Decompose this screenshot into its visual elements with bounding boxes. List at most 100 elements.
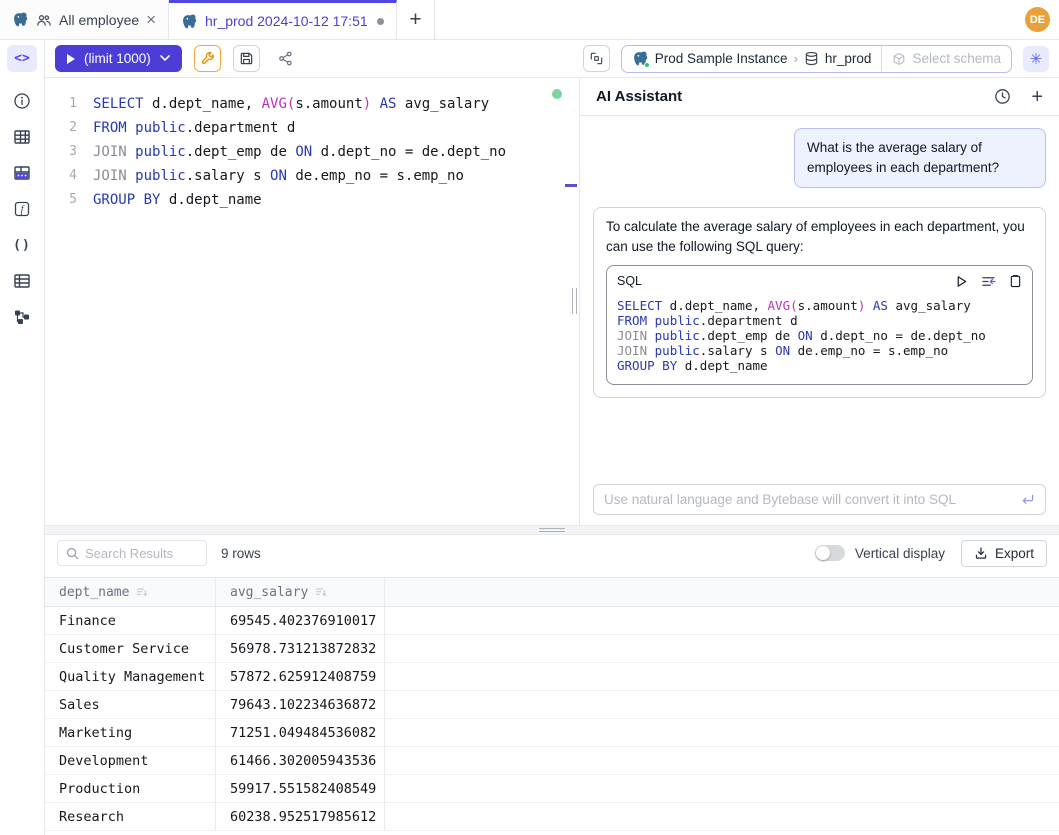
cell-dept-name[interactable]: Customer Service [45,635,216,662]
close-icon[interactable]: × [146,11,156,28]
row-count: 9 rows [221,546,261,561]
cell-avg-salary[interactable]: 57872.625912408759 [216,663,385,690]
search-results-input[interactable] [85,546,198,561]
cell-avg-salary[interactable]: 61466.302005943536 [216,747,385,774]
vertical-splitter-handle[interactable] [572,288,577,314]
chevron-down-icon [160,55,170,62]
history-icon[interactable] [994,88,1011,105]
cell-dept-name[interactable]: Production [45,775,216,802]
database-icon [804,51,819,66]
avatar[interactable]: DE [1025,7,1050,32]
cell-avg-salary[interactable]: 69545.402376910017 [216,607,385,634]
column-header-empty [385,578,1059,606]
insert-sql-icon[interactable] [981,275,996,288]
connection-ready-dot [552,89,562,99]
run-query-button[interactable]: (limit 1000) [55,45,182,72]
tables-list-icon[interactable] [13,272,31,290]
export-label: Export [995,546,1034,561]
enter-icon[interactable] [1020,493,1035,506]
code-line: GROUP BY d.dept_name [617,358,1022,373]
cell-dept-name[interactable]: Sales [45,691,216,718]
postgresql-icon [632,50,649,67]
parentheses-icon[interactable]: () [13,236,31,254]
line-number: 1 [45,92,77,116]
left-sidebar: <> f () [0,40,45,835]
run-sql-icon[interactable] [955,275,968,288]
code-editor-toggle-icon[interactable]: <> [7,45,37,72]
table-icon[interactable] [13,128,31,146]
cell-dept-name[interactable]: Research [45,803,216,830]
new-chat-icon[interactable]: + [1031,87,1043,107]
nl-to-sql-input-wrap [593,484,1046,515]
column-header-dept-name[interactable]: dept_name [45,578,216,606]
ai-response-card: To calculate the average salary of emplo… [593,207,1046,398]
code-line: FROM public.department d [617,313,1022,328]
cell-dept-name[interactable]: Quality Management [45,663,216,690]
toggle-knob [816,546,830,560]
share-icon [278,51,293,66]
line-number: 4 [45,164,77,188]
sql-editor[interactable]: 1 2 3 4 5 SELECT d.dept_name, AVG(s.amou… [45,79,579,525]
search-icon [66,547,79,560]
column-label: dept_name [59,585,129,600]
schema-placeholder: Select schema [912,51,1001,66]
nl-to-sql-input[interactable] [604,492,1012,507]
ai-assistant-button[interactable]: ✳ [1023,46,1049,72]
ai-assistant-panel: AI Assistant + What is the average salar… [579,78,1059,525]
cell-dept-name[interactable]: Development [45,747,216,774]
info-icon[interactable] [13,92,31,110]
postgresql-icon [181,13,198,30]
sort-icon[interactable] [136,586,148,598]
table-row[interactable]: Customer Service 56978.731213872832 [45,635,1059,663]
scrollbar-indicator [565,184,577,187]
new-tab-button[interactable]: + [397,0,435,39]
sort-icon[interactable] [315,586,327,598]
format-sql-button[interactable] [194,45,221,72]
function-icon[interactable]: f [13,200,31,218]
export-button[interactable]: Export [961,540,1047,567]
code-line: SELECT d.dept_name, AVG(s.amount) AS avg… [93,92,506,116]
column-header-avg-salary[interactable]: avg_salary [216,578,385,606]
copy-icon[interactable] [1009,274,1022,288]
cell-avg-salary[interactable]: 79643.102234636872 [216,691,385,718]
table-row[interactable]: Finance 69545.402376910017 [45,607,1059,635]
horizontal-splitter-handle[interactable] [539,528,565,532]
tab-label: hr_prod 2024-10-12 17:51 [205,13,368,29]
table-data-icon[interactable] [13,164,31,182]
cell-avg-salary[interactable]: 71251.049484536082 [216,719,385,746]
table-row[interactable]: Research 60238.952517985612 [45,803,1059,831]
tab-hr-prod[interactable]: hr_prod 2024-10-12 17:51 [169,0,397,39]
code-line: SELECT d.dept_name, AVG(s.amount) AS avg… [617,298,1022,313]
table-row[interactable]: Marketing 71251.049484536082 [45,719,1059,747]
cell-avg-salary[interactable]: 59917.551582408549 [216,775,385,802]
table-row[interactable]: Production 59917.551582408549 [45,775,1059,803]
line-number: 3 [45,140,77,164]
sql-code-block: SQL SELECT d [606,265,1033,385]
cell-dept-name[interactable]: Marketing [45,719,216,746]
table-row[interactable]: Sales 79643.102234636872 [45,691,1059,719]
ai-assistant-header: AI Assistant + [580,78,1059,116]
schema-diagram-icon[interactable] [13,308,31,326]
results-header: 9 rows Vertical display Export [45,535,1059,571]
cell-dept-name[interactable]: Finance [45,607,216,634]
search-results-box [57,540,207,566]
table-row[interactable]: Quality Management 57872.625912408759 [45,663,1059,691]
table-row[interactable]: Development 61466.302005943536 [45,747,1059,775]
instance-database-selector[interactable]: Prod Sample Instance › hr_prod [622,46,882,72]
horizontal-splitter[interactable] [45,525,1059,535]
vertical-display-label: Vertical display [855,546,945,561]
connection-panel-button[interactable] [583,45,610,72]
save-button[interactable] [233,45,260,72]
share-button[interactable] [272,45,299,72]
schema-selector[interactable]: Select schema [881,46,1011,72]
vertical-display-toggle[interactable] [815,545,845,561]
cell-avg-salary[interactable]: 60238.952517985612 [216,803,385,830]
code-line: GROUP BY d.dept_name [93,188,506,212]
ai-response-text: To calculate the average salary of emplo… [606,217,1033,257]
cell-avg-salary[interactable]: 56978.731213872832 [216,635,385,662]
floppy-icon [239,51,254,66]
tab-all-employee[interactable]: All employee × [0,0,169,39]
sql-code[interactable]: SELECT d.dept_name, AVG(s.amount) AS avg… [93,92,506,212]
ai-assistant-title: AI Assistant [596,88,682,105]
line-number: 5 [45,188,77,212]
